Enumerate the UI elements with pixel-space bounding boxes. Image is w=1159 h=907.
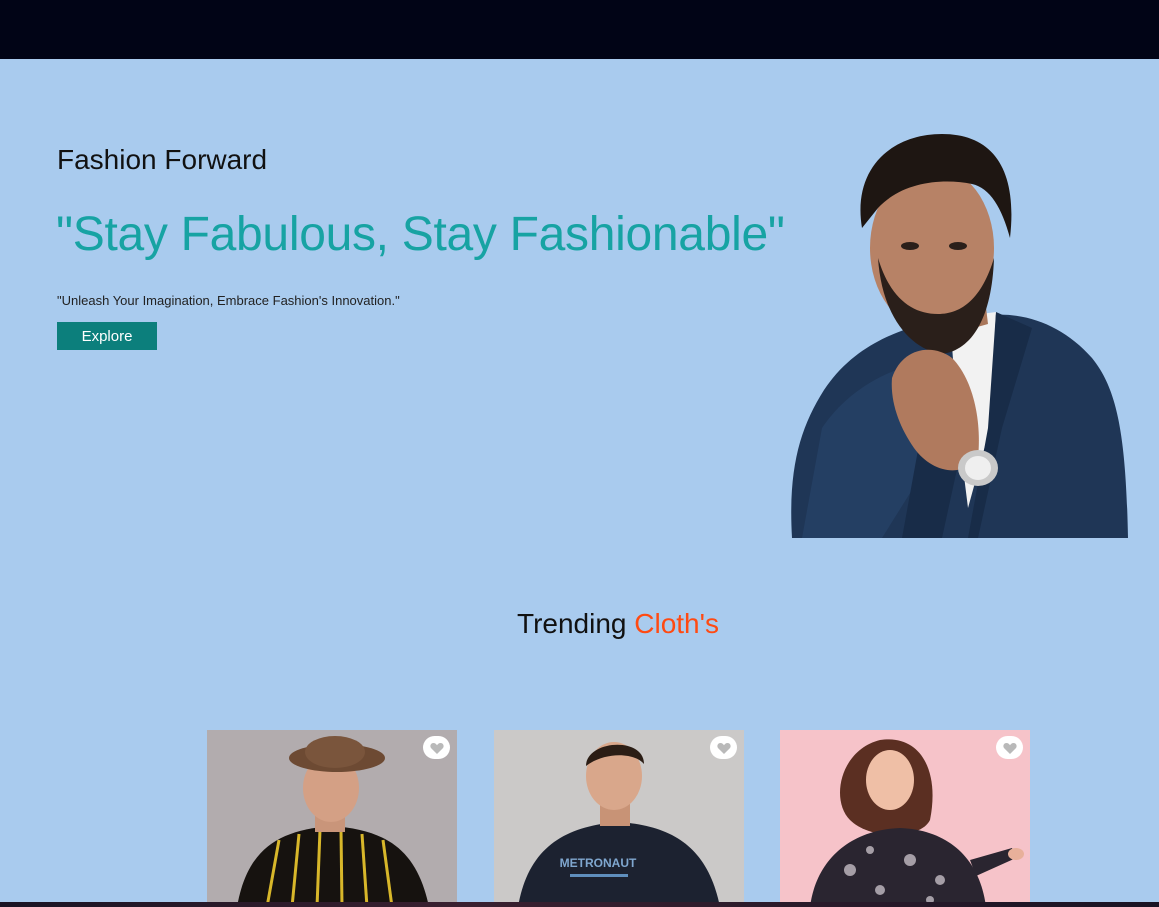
product-card[interactable]: [207, 730, 457, 907]
explore-button[interactable]: Explore: [57, 322, 157, 350]
svg-text:METRONAUT: METRONAUT: [560, 856, 637, 870]
wishlist-button[interactable]: [423, 736, 450, 759]
bottom-strip: [0, 902, 1159, 907]
product-image: METRONAUT: [494, 730, 744, 907]
hero-model-image: [791, 134, 1128, 538]
product-image: [207, 730, 457, 907]
hero-kicker: Fashion Forward: [57, 144, 268, 175]
product-image: [780, 730, 1030, 907]
heart-icon: [429, 742, 444, 754]
hero-headline: "Stay Fabulous, Stay Fashionable": [56, 208, 785, 261]
trending-heading: Trending Cloth's: [0, 608, 1159, 640]
hero-tagline: "Unleash Your Imagination, Embrace Fashi…: [57, 293, 400, 308]
heart-icon: [1002, 742, 1017, 754]
trending-heading-part2: Cloth's: [634, 608, 719, 639]
top-navbar: [0, 0, 1159, 59]
wishlist-button[interactable]: [710, 736, 737, 759]
wishlist-button[interactable]: [996, 736, 1023, 759]
heart-icon: [716, 742, 731, 754]
trending-heading-part1: Trending: [517, 608, 627, 639]
product-card[interactable]: METRONAUT: [494, 730, 744, 907]
product-card[interactable]: [780, 730, 1030, 907]
